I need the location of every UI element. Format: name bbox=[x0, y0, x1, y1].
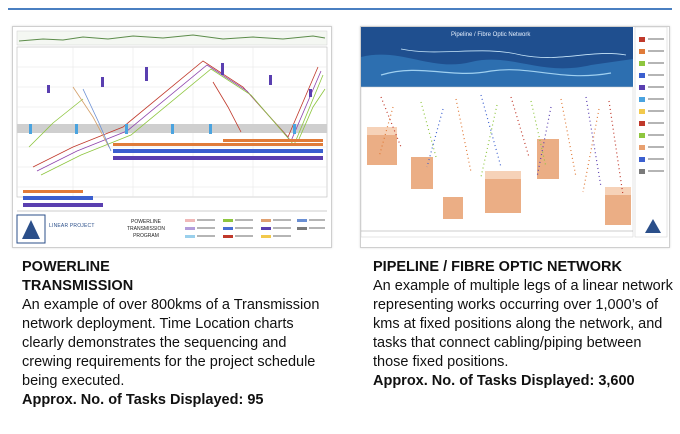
thumb-logo-text: LINEAR PROJECT bbox=[49, 223, 95, 229]
thumb-chart-caption: POWERLINE TRANSMISSION PROGRAM bbox=[126, 219, 166, 239]
top-rule bbox=[8, 8, 672, 10]
powerline-chart-thumbnail: LINEAR PROJECT POWERLINE TRANSMISSION PR… bbox=[12, 26, 332, 248]
powerline-caption: POWERLINE TRANSMISSION An example of ove… bbox=[22, 258, 332, 410]
pipeline-caption: PIPELINE / FIBRE OPTIC NETWORK An exampl… bbox=[373, 258, 673, 391]
pipeline-description: An example of multiple legs of a linear … bbox=[373, 278, 673, 370]
pipeline-chart-thumbnail: Pipeline / Fibre Optic Network bbox=[360, 26, 670, 248]
banner-title: Pipeline / Fibre Optic Network bbox=[451, 32, 531, 38]
powerline-title-line2: TRANSMISSION bbox=[22, 278, 134, 294]
powerline-chart-graphic bbox=[16, 30, 328, 244]
powerline-description: An example of over 800kms of a Transmiss… bbox=[22, 297, 320, 389]
pipeline-title: PIPELINE / FIBRE OPTIC NETWORK bbox=[373, 259, 622, 275]
pipeline-task-count: Approx. No. of Tasks Displayed: 3,600 bbox=[373, 373, 635, 389]
pipeline-chart-graphic bbox=[361, 27, 668, 238]
powerline-title-line1: POWERLINE bbox=[22, 259, 110, 275]
powerline-task-count: Approx. No. of Tasks Displayed: 95 bbox=[22, 392, 264, 408]
